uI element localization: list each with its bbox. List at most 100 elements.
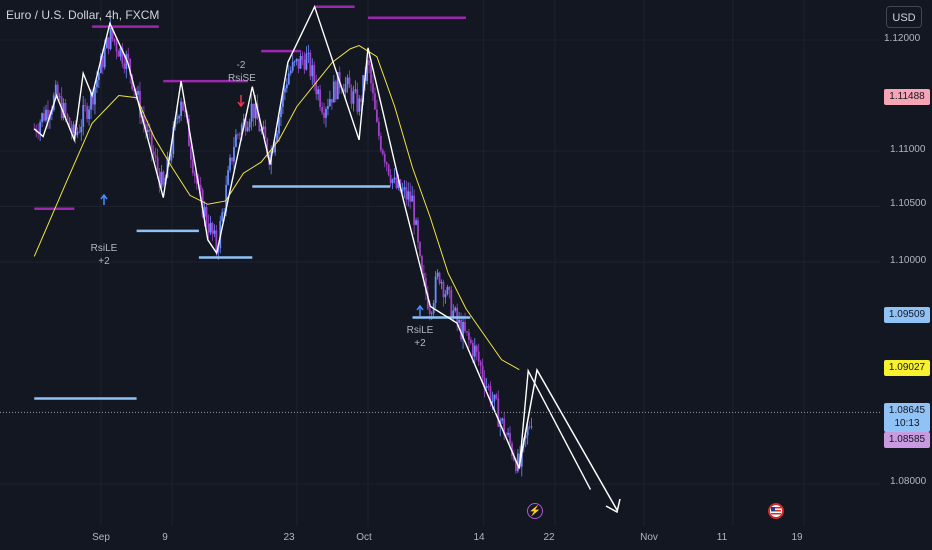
candle-body: [285, 84, 288, 89]
candle-body: [315, 82, 318, 95]
us-flag-icon[interactable]: [768, 503, 784, 519]
moving-average-price-badge: 1.09027: [884, 360, 930, 376]
candle-body: [264, 126, 267, 139]
candle-body: [88, 109, 90, 119]
candle-body: [509, 432, 511, 444]
candle-body: [127, 54, 130, 59]
candle-body: [381, 150, 384, 155]
candle-body: [205, 206, 208, 224]
candle-body: [193, 172, 196, 177]
rsile-signal-label-1: RsiLE +2: [90, 242, 118, 268]
candle-body: [283, 88, 286, 93]
candle-body: [64, 102, 67, 115]
price-axis[interactable]: 1.12000 1.11000 1.10500 1.10000 1.08000: [880, 0, 932, 530]
rsise-signal-label: -2 RsiSE: [228, 59, 256, 85]
candle-body: [289, 70, 292, 74]
rsise-label: RsiSE: [228, 73, 256, 84]
candle-body: [199, 184, 202, 190]
lightning-icon[interactable]: ⚡: [527, 503, 543, 519]
candle-body: [346, 77, 349, 84]
candle-body: [530, 426, 533, 428]
candle-body: [160, 171, 163, 188]
candle-body: [66, 114, 69, 118]
candle-body: [374, 93, 376, 110]
candle-body: [444, 294, 447, 298]
resistance-price-badge: 1.11488: [884, 89, 930, 105]
moving-average-line: [33, 44, 520, 371]
candle-body: [352, 91, 355, 104]
support-price-badge: 1.09509: [884, 307, 930, 323]
lower-price-badge: 1.08585: [884, 432, 930, 448]
candle-body: [162, 171, 165, 185]
candle-body: [180, 101, 182, 117]
candle-body: [327, 106, 329, 109]
price-tick: 1.10500: [890, 198, 927, 209]
rsile-count: +2: [98, 256, 110, 267]
candle-body: [297, 58, 300, 69]
candle-body: [468, 332, 470, 340]
candle-body: [58, 96, 61, 98]
candle-body: [332, 81, 335, 103]
date-axis[interactable]: Sep 9 23 Oct 14 22 Nov 11 19: [0, 526, 880, 550]
candle-body: [334, 81, 337, 100]
date-tick: 14: [473, 532, 485, 543]
candle-body: [154, 155, 157, 158]
price-tick: 1.11000: [890, 144, 926, 155]
price-tick: 1.08000: [890, 476, 927, 487]
candle-body: [189, 146, 192, 160]
candle-body: [221, 212, 224, 221]
candle-body: [485, 386, 488, 389]
candle-body: [84, 105, 87, 106]
candle-body: [76, 131, 79, 136]
candle-body: [442, 282, 445, 298]
candle-body: [301, 55, 304, 60]
candle-body: [123, 63, 126, 69]
candle-body: [323, 112, 325, 118]
current-price-badge: 1.08645 10:13: [884, 403, 930, 432]
price-chart[interactable]: [0, 0, 932, 550]
candle-body: [487, 386, 490, 387]
candle-body: [209, 222, 212, 233]
candle-body: [109, 27, 112, 49]
date-tick: 23: [283, 532, 295, 543]
candle-body: [137, 90, 139, 95]
candle-body: [344, 83, 347, 93]
candle-body: [325, 108, 327, 118]
candle-body: [303, 59, 306, 70]
candle-body: [479, 361, 482, 366]
candle-body: [438, 272, 441, 284]
candle-body: [434, 276, 437, 304]
date-tick: 19: [791, 532, 803, 543]
candle-body: [417, 220, 419, 243]
candle-body: [313, 65, 316, 83]
candle-body: [117, 51, 120, 57]
date-tick: Sep: [92, 532, 110, 543]
date-tick: 22: [543, 532, 555, 543]
candle-body: [370, 65, 372, 84]
candle-body: [456, 307, 459, 324]
date-tick: 11: [716, 532, 728, 543]
rsise-count: -2: [236, 60, 246, 71]
candle-body: [152, 151, 155, 156]
candle-body: [213, 230, 216, 234]
candle-body: [97, 73, 100, 81]
candle-body: [215, 230, 218, 252]
candle-body: [501, 418, 504, 421]
candle-body: [86, 105, 89, 119]
rsile-count: +2: [414, 338, 426, 349]
symbol-title[interactable]: Euro / U.S. Dollar, 4h, FXCM: [6, 8, 159, 22]
candle-body: [405, 187, 408, 200]
candle-body: [450, 290, 453, 318]
candle-body: [356, 89, 359, 112]
candle-body: [321, 107, 323, 113]
candle-body: [319, 89, 322, 108]
candle-body: [528, 426, 531, 428]
projection-arrow: [518, 367, 618, 511]
candle-body: [372, 83, 374, 94]
candle-body: [82, 105, 85, 127]
candle-body: [466, 331, 468, 333]
candle-body: [207, 223, 210, 233]
candle-body: [477, 351, 480, 362]
candle-body: [481, 365, 484, 378]
candle-body: [250, 103, 253, 122]
